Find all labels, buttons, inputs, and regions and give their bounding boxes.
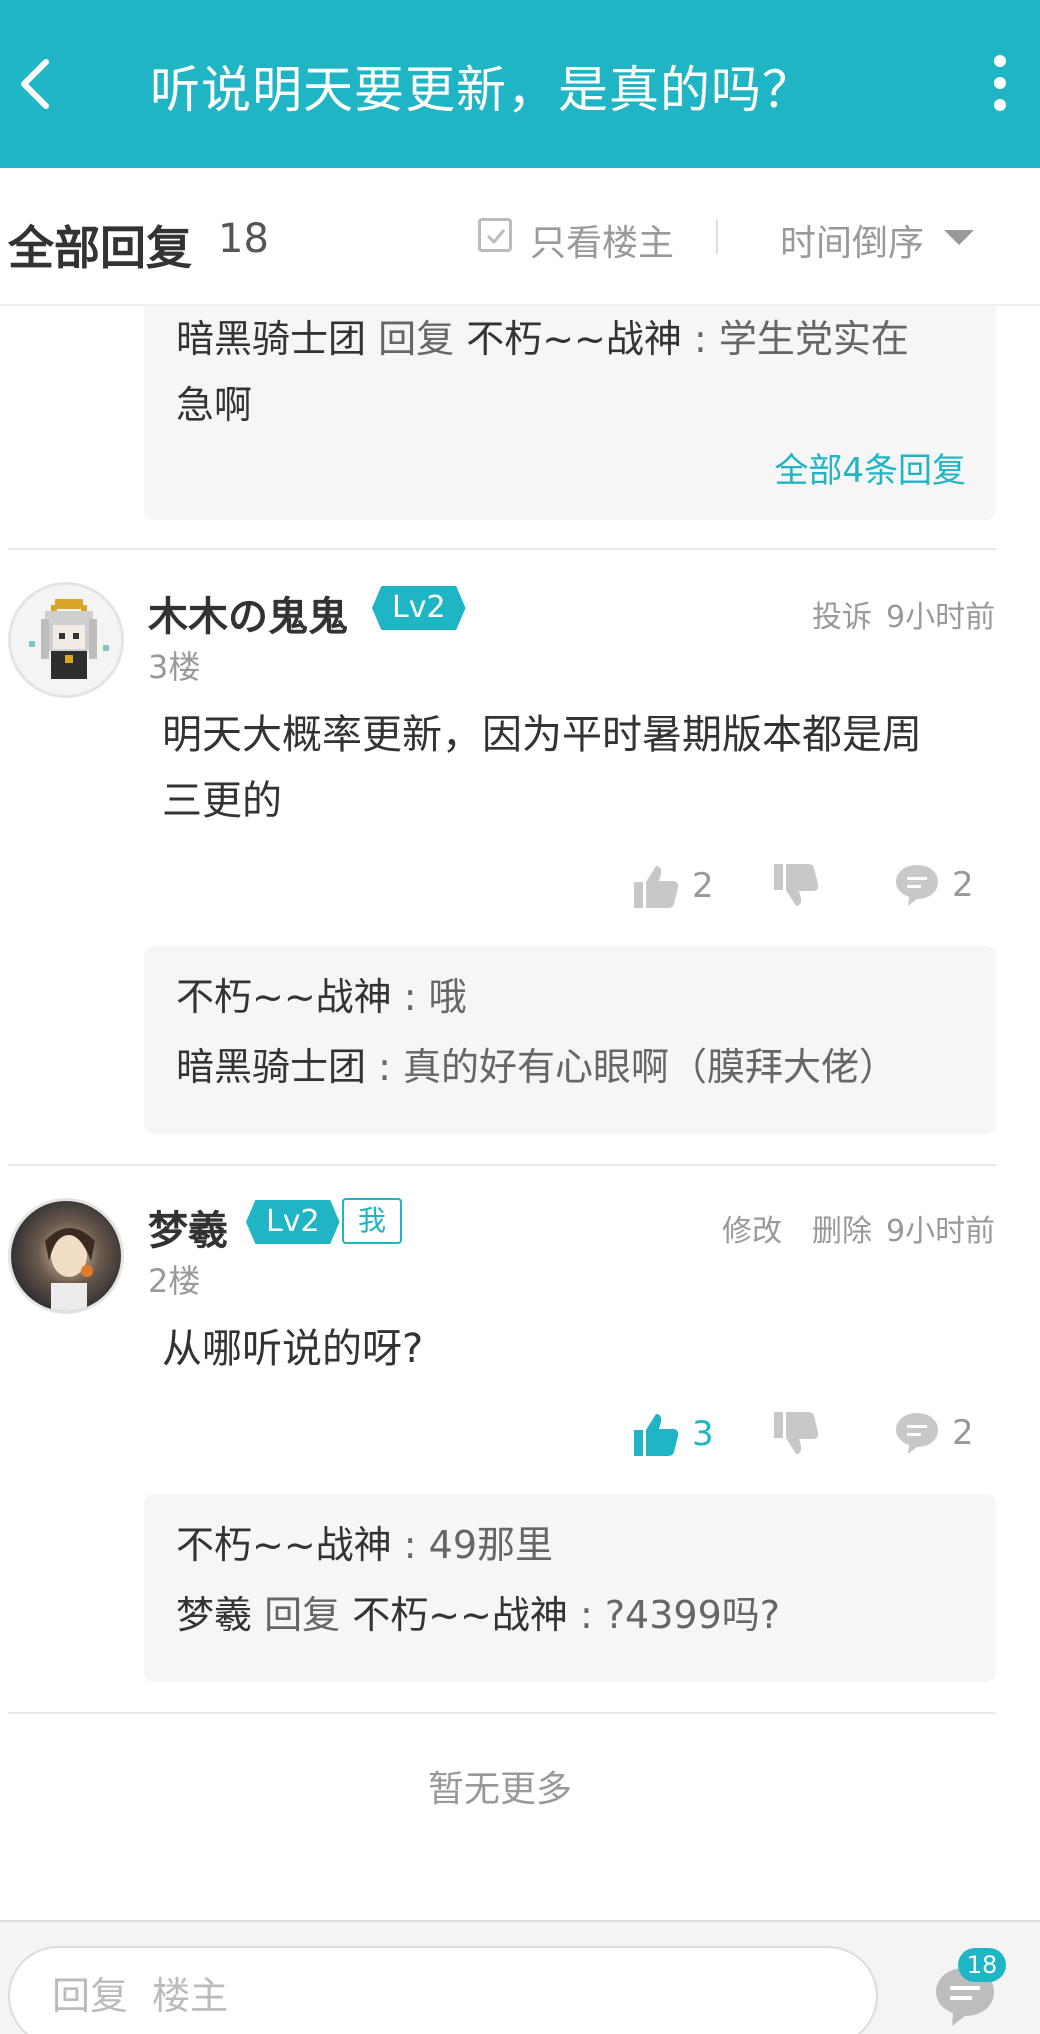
avatar[interactable] <box>8 1198 124 1314</box>
like-count: 3 <box>692 1414 714 1454</box>
divider <box>8 1712 996 1714</box>
filter-bar: 全部回复 18 只看楼主 时间倒序 <box>0 168 1040 306</box>
reply-target[interactable]: 不朽~~战神 <box>352 1593 568 1637</box>
thumbs-down-icon <box>774 864 819 906</box>
bottom-reply-bar: 18 <box>0 1920 1040 2034</box>
reply-author[interactable]: 不朽~~战神 <box>176 1523 392 1567</box>
level-badge: Lv2 <box>372 586 466 630</box>
reply-item[interactable]: 不朽~~战神 : 49那里 <box>176 1510 964 1580</box>
view-all-replies-link[interactable]: 全部4条回复 <box>774 443 966 492</box>
reply-item[interactable]: 不朽~~战神 : 哦 <box>176 962 964 1032</box>
comment-content: 从哪听说的呀? <box>162 1326 424 1372</box>
reply-text: : 哦 <box>391 975 467 1019</box>
timestamp: 9小时前 <box>886 1214 996 1249</box>
reply-thread-box: 不朽~~战神 : 49那里 梦羲 回复 不朽~~战神 : ?4399吗? <box>144 1494 996 1682</box>
comment-content: 明天大概率更新，因为平时暑期版本都是周 三更的 <box>162 702 982 834</box>
only-op-label[interactable]: 只看楼主 <box>530 214 674 266</box>
reply-count: 18 <box>218 216 269 262</box>
reply-text: : 学生党实在 <box>681 317 909 361</box>
reply-item[interactable]: 暗黑骑士团 : 真的好有心眼啊（膜拜大佬） <box>176 1032 964 1102</box>
comment-text-line: 三更的 <box>162 778 282 824</box>
floor-number: 2楼 <box>148 1262 201 1300</box>
reply-input[interactable] <box>8 1946 878 2034</box>
thumbs-up-icon <box>634 866 679 908</box>
sort-dropdown[interactable]: 时间倒序 <box>780 214 924 266</box>
me-badge: 我 <box>342 1198 402 1244</box>
reply-word: 回复 <box>264 1593 341 1637</box>
divider <box>8 548 996 550</box>
floor-number: 3楼 <box>148 648 201 686</box>
comment-text-line: 明天大概率更新，因为平时暑期版本都是周 <box>162 712 922 758</box>
check-icon <box>486 229 506 245</box>
like-button[interactable]: 2 <box>632 862 714 910</box>
comment-button[interactable]: 2 <box>894 1410 974 1456</box>
only-op-checkbox[interactable] <box>478 218 512 252</box>
reply-target[interactable]: 不朽~~战神 <box>466 317 682 361</box>
like-button[interactable]: 3 <box>632 1410 714 1458</box>
edit-link[interactable]: 修改 <box>722 1206 782 1250</box>
report-link[interactable]: 投诉 <box>812 592 872 636</box>
reply-item[interactable]: 暗黑骑士团 回复 不朽~~战神 : 学生党实在 <box>176 306 964 372</box>
reply-author[interactable]: 暗黑骑士团 <box>176 317 366 361</box>
username[interactable]: 木木の鬼鬼 <box>148 584 348 642</box>
like-count: 2 <box>692 866 714 906</box>
reply-text: : ?4399吗? <box>567 1593 780 1637</box>
back-arrow-icon <box>21 59 49 109</box>
more-vertical-icon <box>994 55 1006 67</box>
user-avatar-image <box>11 1201 121 1311</box>
avatar[interactable] <box>8 582 124 698</box>
pixel-avatar-image <box>11 585 121 695</box>
page-title: 听说明天要更新，是真的吗？ <box>150 61 813 119</box>
comment-count-badge: 18 <box>958 1948 1006 1982</box>
username[interactable]: 梦羲 <box>148 1198 228 1256</box>
reply-author[interactable]: 暗黑骑士团 <box>176 1045 366 1089</box>
reply-author[interactable]: 不朽~~战神 <box>176 975 392 1019</box>
reply-thread-box: 不朽~~战神 : 哦 暗黑骑士团 : 真的好有心眼啊（膜拜大佬） <box>144 946 996 1134</box>
comment-button[interactable]: 2 <box>894 862 974 908</box>
comment-bubble-icon <box>896 1413 938 1454</box>
reply-text: : 49那里 <box>391 1523 554 1567</box>
timestamp: 9小时前 <box>886 600 996 635</box>
more-options-button[interactable] <box>980 48 1020 118</box>
reply-text-continued: 急啊 <box>176 383 253 427</box>
reply-author[interactable]: 梦羲 <box>176 1593 252 1637</box>
chevron-down-icon[interactable] <box>944 230 974 245</box>
reply-word: 回复 <box>378 317 455 361</box>
thumbs-down-icon <box>774 1412 819 1454</box>
dislike-button[interactable] <box>772 862 820 910</box>
reply-text: : 真的好有心眼啊（膜拜大佬） <box>366 1045 897 1089</box>
level-badge: Lv2 <box>246 1200 340 1244</box>
thumbs-up-icon <box>634 1414 679 1456</box>
delete-link[interactable]: 删除 <box>812 1206 872 1250</box>
all-replies-heading: 全部回复 <box>8 221 192 275</box>
no-more-text: 暂无更多 <box>427 1769 572 1810</box>
top-app-bar: 听说明天要更新，是真的吗？ <box>0 0 1040 168</box>
divider <box>716 220 718 254</box>
divider <box>8 1164 996 1166</box>
reply-item[interactable]: 梦羲 回复 不朽~~战神 : ?4399吗? <box>176 1580 964 1650</box>
back-button[interactable] <box>8 44 78 124</box>
comment-count: 2 <box>952 865 974 905</box>
dislike-button[interactable] <box>772 1410 820 1458</box>
reply-thread-box: 暗黑骑士团 回复 不朽~~战神 : 学生党实在 急啊 全部4条回复 <box>144 306 996 520</box>
comment-bubble-icon <box>896 865 938 906</box>
comment-count: 2 <box>952 1413 974 1453</box>
